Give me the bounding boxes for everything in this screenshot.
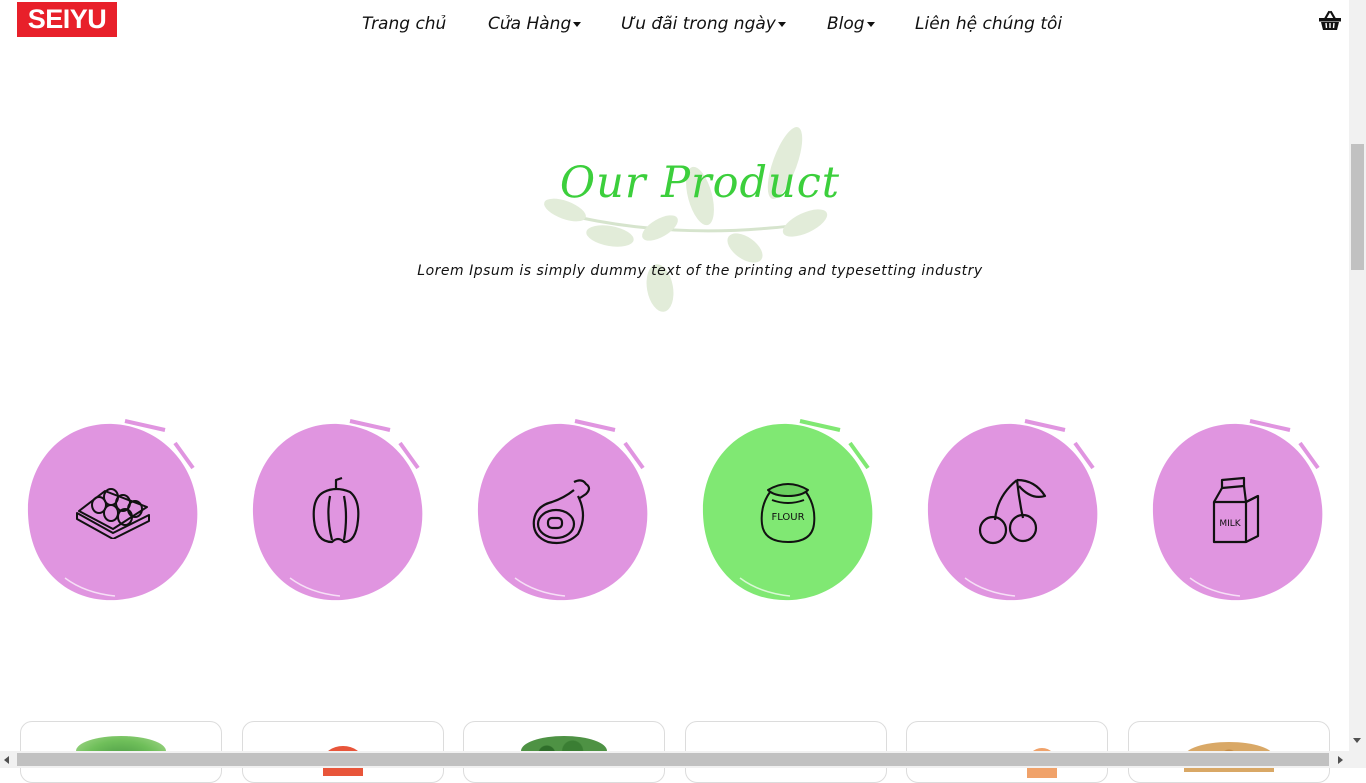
scroll-down-arrow-icon[interactable] [1353, 738, 1361, 743]
section-subtitle: Lorem Ipsum is simply dummy text of the … [417, 263, 983, 279]
nav-item-deals[interactable]: Ưu đãi trong ngày [621, 14, 786, 34]
vertical-scroll-thumb[interactable] [1351, 144, 1364, 270]
category-eggs[interactable] [25, 418, 200, 604]
nav-item-label: Blog [827, 14, 865, 34]
category-meat[interactable] [475, 418, 650, 604]
flour-sack-icon: FLOUR [760, 483, 816, 543]
main-nav: Trang chủ Cửa Hàng Ưu đãi trong ngày Blo… [0, 14, 1350, 36]
horizontal-scrollbar[interactable] [0, 751, 1349, 768]
basket-icon[interactable] [1318, 10, 1342, 32]
section-title: Our Product [559, 158, 841, 208]
scroll-right-arrow-icon[interactable] [1338, 756, 1343, 764]
ham-icon [532, 479, 591, 545]
nav-item-contact[interactable]: Liên hệ chúng tôi [915, 14, 1062, 34]
vertical-scrollbar[interactable] [1349, 0, 1366, 768]
bell-pepper-icon [312, 476, 360, 544]
caret-down-icon [573, 21, 582, 27]
milk-carton-icon: MILK [1212, 476, 1260, 544]
flour-label: FLOUR [771, 512, 804, 523]
cherries-icon [978, 478, 1047, 545]
nav-item-label: Trang chủ [362, 14, 447, 34]
nav-item-label: Ưu đãi trong ngày [621, 14, 776, 34]
milk-label: MILK [1219, 519, 1241, 529]
nav-item-shop[interactable]: Cửa Hàng [488, 14, 582, 34]
nav-item-blog[interactable]: Blog [827, 14, 875, 34]
eggs-icon [76, 488, 150, 539]
nav-item-label: Liên hệ chúng tôi [915, 14, 1063, 34]
horizontal-scroll-thumb[interactable] [17, 753, 1329, 766]
nav-item-home[interactable]: Trang chủ [362, 14, 446, 34]
caret-down-icon [777, 21, 786, 27]
caret-down-icon [866, 21, 875, 27]
category-vegetables[interactable] [250, 418, 425, 604]
category-flour[interactable]: FLOUR [700, 418, 875, 604]
leaf-branch-icon [544, 127, 828, 312]
category-dairy[interactable]: MILK [1150, 418, 1325, 604]
nav-item-label: Cửa Hàng [488, 14, 572, 34]
category-fruits[interactable] [925, 418, 1100, 604]
scroll-left-arrow-icon[interactable] [4, 756, 9, 764]
